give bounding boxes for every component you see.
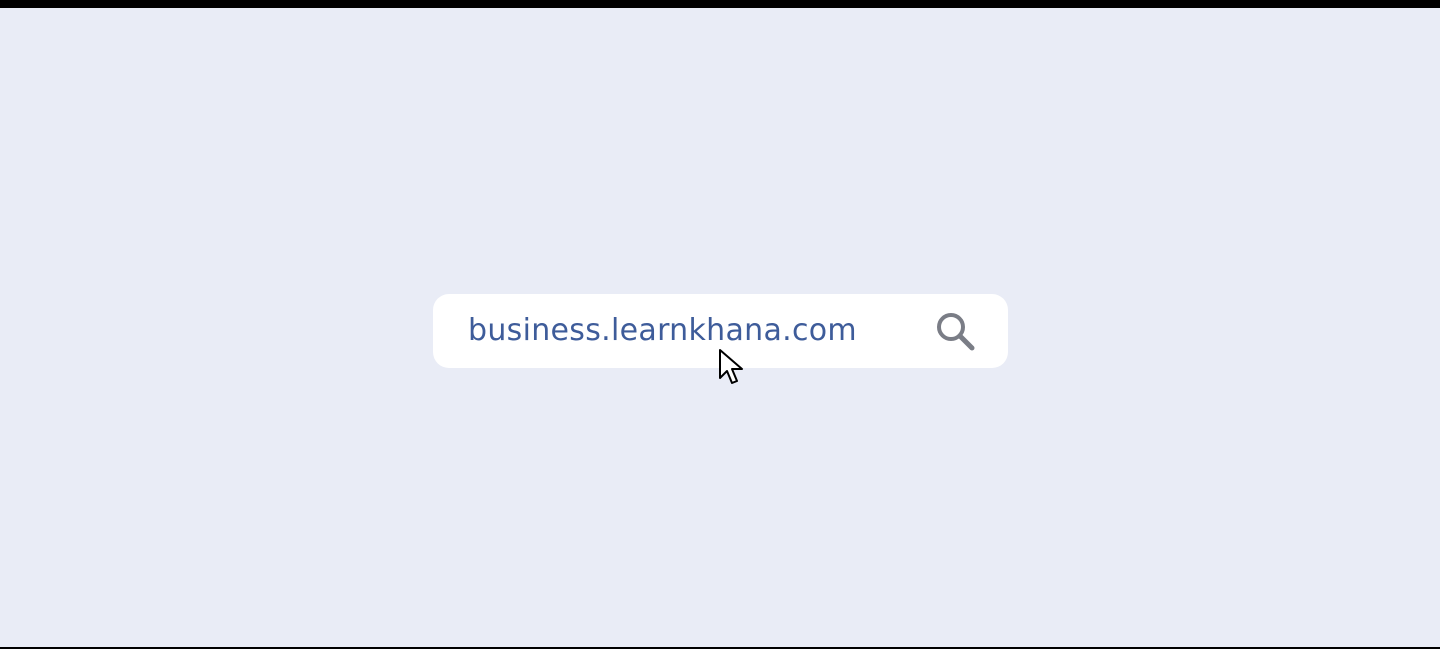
video-frame: business.learnkhana.com	[0, 0, 1440, 649]
page-canvas: business.learnkhana.com	[0, 8, 1440, 647]
search-input[interactable]: business.learnkhana.com	[468, 294, 932, 368]
search-icon[interactable]	[932, 308, 978, 354]
mouse-cursor-icon	[719, 349, 743, 384]
